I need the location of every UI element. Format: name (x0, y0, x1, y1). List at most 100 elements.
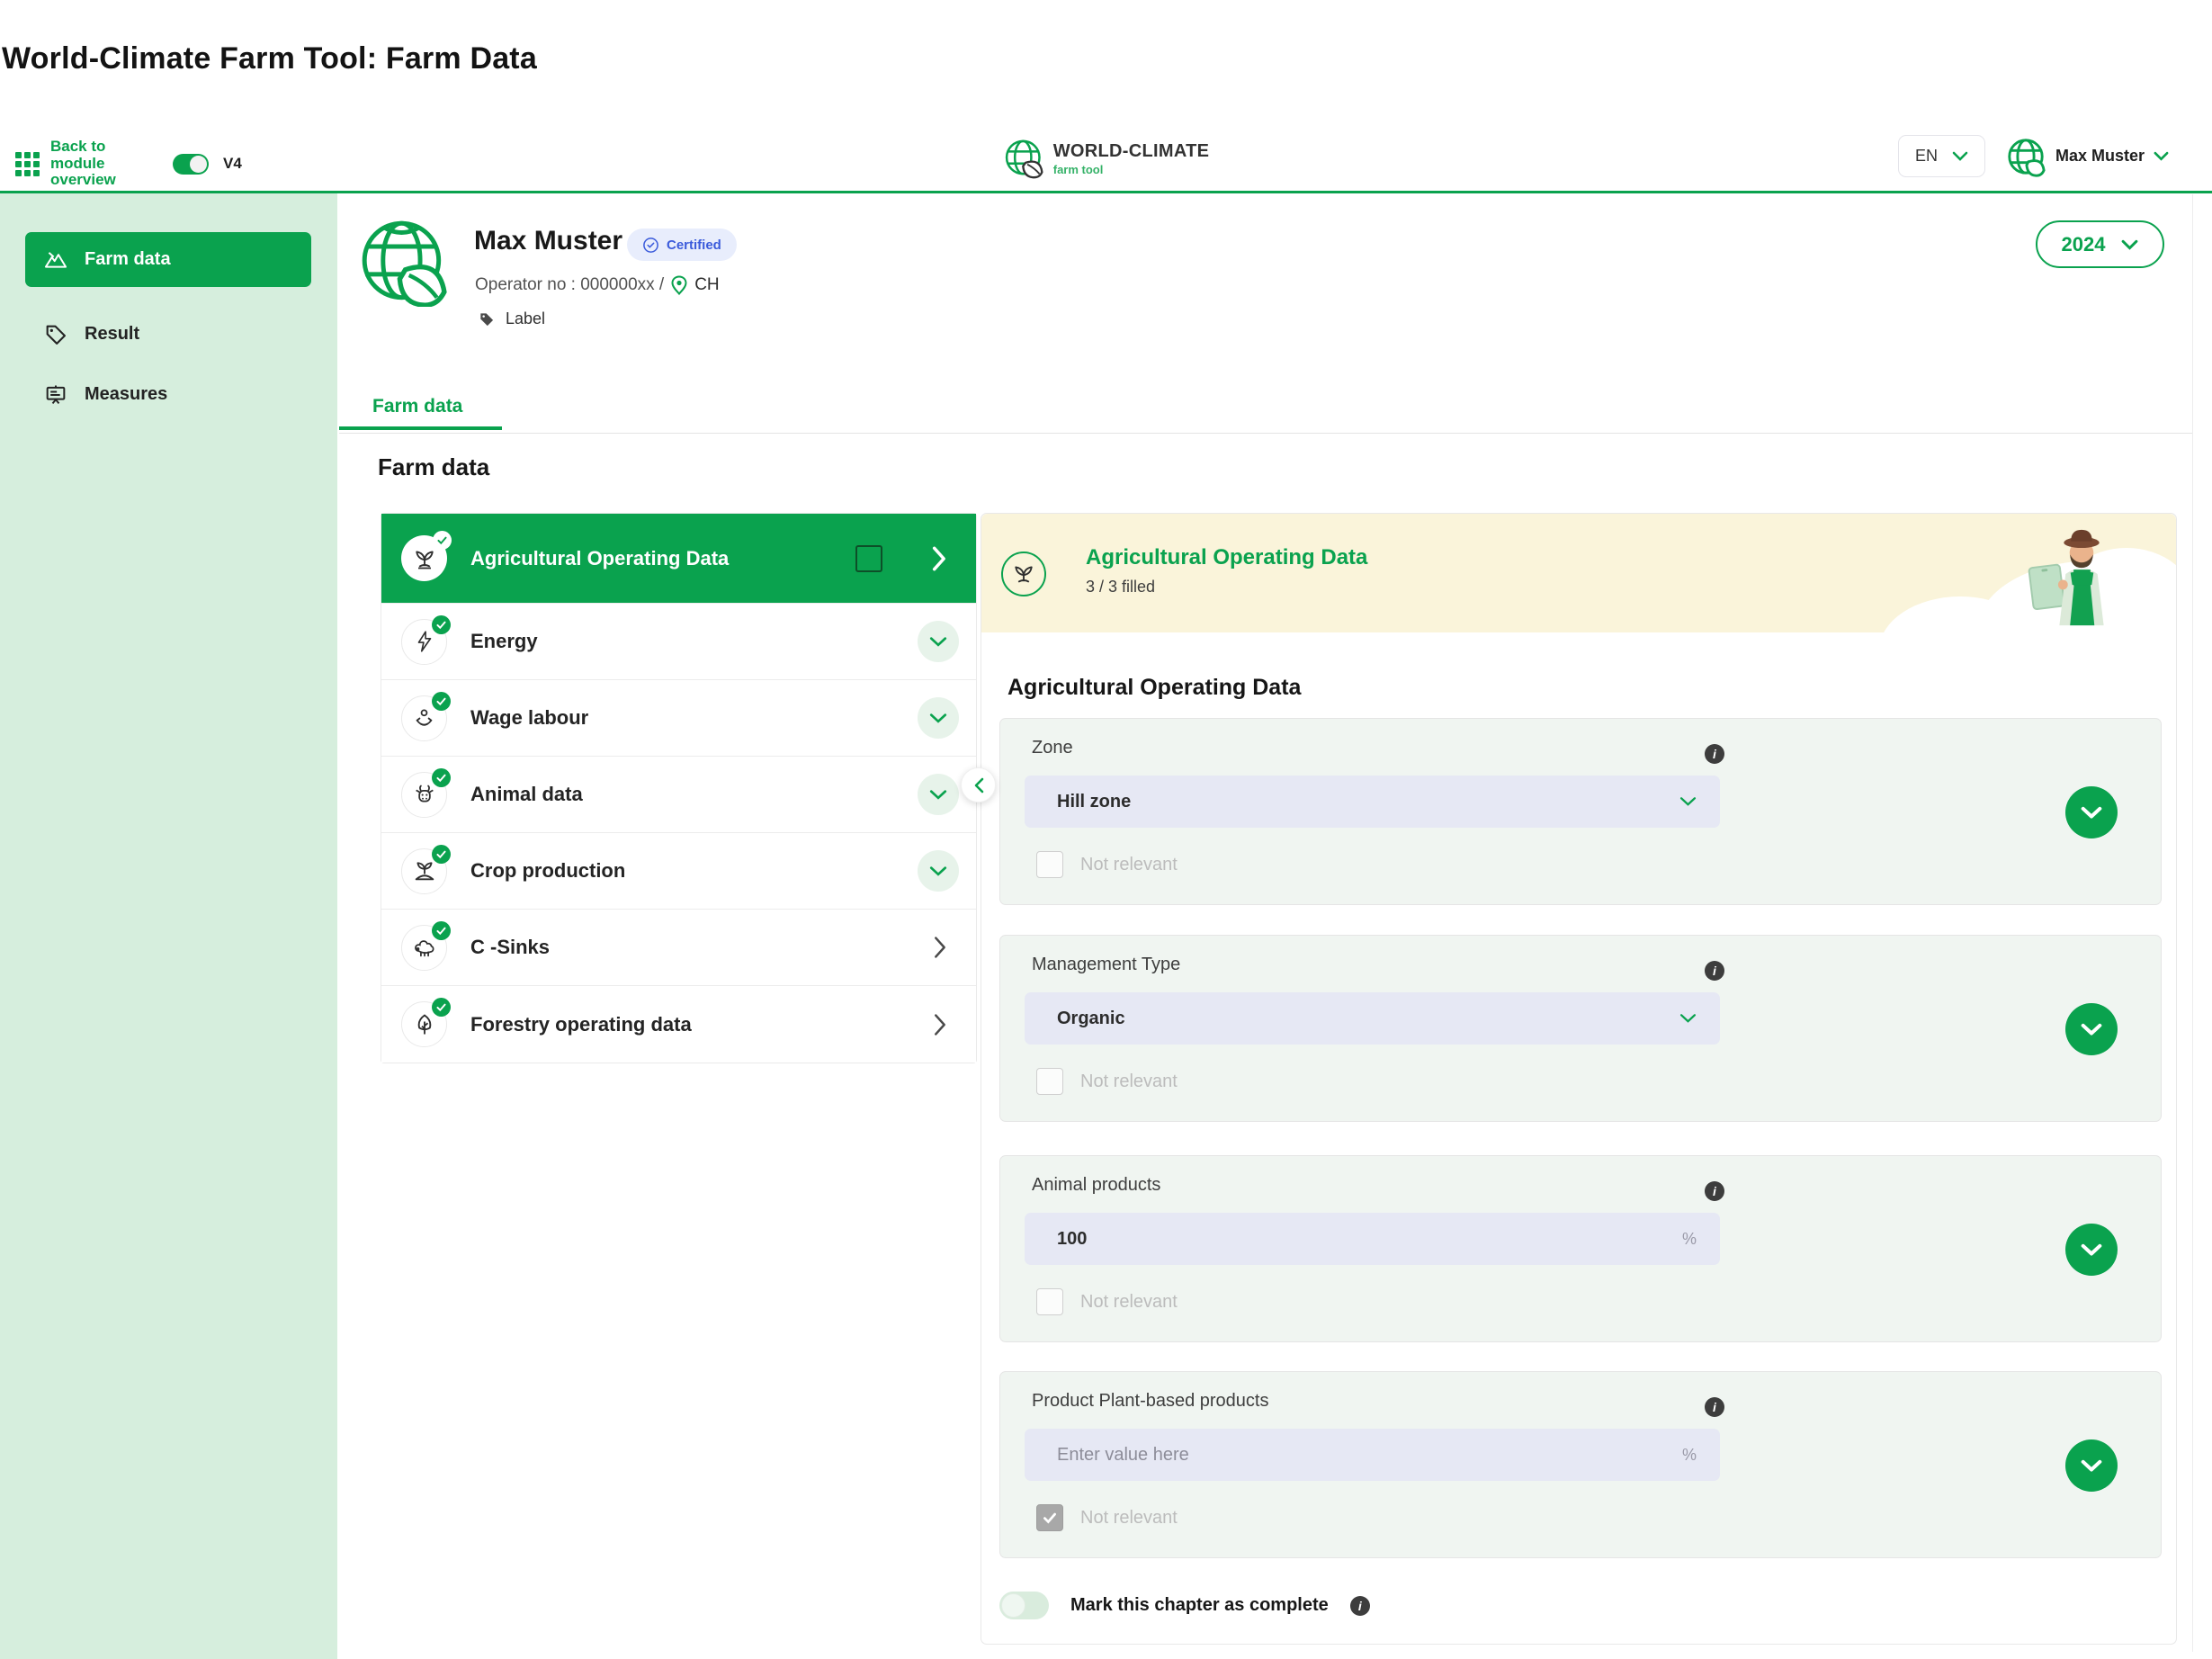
chapter-row-crop-production[interactable]: Crop production (381, 833, 976, 910)
operator-text: Operator no : 000000xx / (475, 275, 664, 295)
sidebar-item-farm-data[interactable]: Farm data (25, 232, 311, 287)
field-label: Product Plant-based products (1032, 1391, 1269, 1412)
completed-check-icon (432, 845, 451, 864)
form-title: Agricultural Operating Data (1007, 675, 1301, 701)
expand-field-button[interactable] (2065, 1439, 2118, 1492)
mark-complete-toggle[interactable] (999, 1592, 1049, 1619)
not-relevant-checkbox[interactable] (1036, 1504, 1063, 1531)
not-relevant-checkbox[interactable] (1036, 1288, 1063, 1315)
completed-check-icon (432, 615, 451, 634)
not-relevant-checkbox[interactable] (1036, 1068, 1063, 1095)
farm-avatar (359, 218, 448, 307)
chevron-down-icon (2081, 806, 2102, 820)
scrollbar[interactable] (2192, 194, 2193, 1652)
info-icon[interactable]: i (1705, 961, 1724, 981)
expand-chevron-button[interactable] (918, 774, 959, 815)
chevron-down-icon (2081, 1243, 2102, 1257)
expand-field-button[interactable] (2065, 1003, 2118, 1055)
completed-check-icon (432, 998, 451, 1017)
chapter-row-c-sinks[interactable]: C -Sinks (381, 910, 976, 986)
certified-label: Certified (667, 238, 721, 253)
chevron-right-icon[interactable] (932, 546, 947, 571)
percent-unit: % (1682, 1230, 1697, 1249)
sheep-icon (401, 925, 447, 971)
sprout-icon (1001, 552, 1046, 596)
tab-farm-data[interactable]: Farm data (339, 386, 502, 430)
chapter-row-energy[interactable]: Energy (381, 604, 976, 680)
year-value: 2024 (2062, 233, 2106, 256)
collapse-panel-button[interactable] (961, 767, 996, 803)
hand-icon (401, 695, 447, 741)
module-grid-icon[interactable] (15, 152, 40, 176)
banner-progress: 3 / 3 filled (1086, 578, 1155, 596)
cow-icon (401, 772, 447, 818)
sidebar: Farm data Result Measures (0, 193, 337, 1659)
world-climate-farm-tool-app: World-Climate Farm Tool: Farm Data Back … (0, 0, 2212, 1659)
not-relevant-checkbox[interactable] (1036, 851, 1063, 878)
expand-chevron-button[interactable] (918, 621, 959, 662)
animal-products-input[interactable] (1057, 1229, 1682, 1250)
not-relevant-label: Not relevant (1080, 1072, 1178, 1092)
toggle-knob (190, 156, 207, 173)
version-toggle[interactable] (173, 154, 209, 175)
top-bar: Back to module overview V4 WORLD-CLIMATE (0, 127, 2212, 193)
select-value: Organic (1057, 1009, 1125, 1029)
globe-leaf-logo-icon (1003, 138, 1044, 179)
plant-based-products-input[interactable] (1057, 1445, 1682, 1466)
mark-complete-row: Mark this chapter as complete i (999, 1592, 1370, 1619)
info-icon[interactable]: i (1705, 1397, 1724, 1417)
chapter-row-wage-labour[interactable]: Wage labour (381, 680, 976, 757)
chapter-label: C -Sinks (470, 936, 550, 959)
zone-select[interactable]: Hill zone (1025, 776, 1720, 828)
chevron-right-icon[interactable] (934, 937, 947, 959)
sidebar-item-result[interactable]: Result (25, 307, 311, 362)
chapter-row-agricultural-operating-data[interactable]: Agricultural Operating Data (381, 514, 976, 604)
sprout-icon (401, 535, 447, 581)
chevron-down-icon (2121, 239, 2138, 250)
field-card-plant-based-products: Product Plant-based products i % Not rel… (999, 1371, 2162, 1558)
farmer-illustration (2023, 519, 2138, 632)
sidebar-item-label: Measures (85, 384, 167, 405)
chapter-list: Agricultural Operating Data Energy Wage … (381, 513, 977, 1063)
not-relevant-label: Not relevant (1080, 1508, 1178, 1529)
chevron-down-icon (2081, 1459, 2102, 1473)
chapter-row-animal-data[interactable]: Animal data (381, 757, 976, 833)
chapter-label: Energy (470, 630, 538, 653)
operator-number: Operator no : 000000xx / CH (475, 275, 720, 295)
info-icon[interactable]: i (1705, 1181, 1724, 1201)
label-row: Label (478, 309, 545, 328)
chapter-checkbox[interactable] (855, 545, 882, 572)
chevron-down-icon (1679, 796, 1697, 807)
presentation-icon (43, 382, 68, 408)
country-code: CH (694, 275, 719, 295)
expand-field-button[interactable] (2065, 1224, 2118, 1276)
info-icon[interactable]: i (1350, 1596, 1370, 1616)
year-selector[interactable]: 2024 (2036, 220, 2164, 268)
sidebar-item-label: Farm data (85, 249, 171, 270)
chevron-right-icon[interactable] (934, 1013, 947, 1036)
info-icon[interactable]: i (1705, 744, 1724, 764)
expand-chevron-button[interactable] (918, 697, 959, 739)
user-menu[interactable]: Max Muster (2005, 136, 2169, 177)
completed-check-icon (433, 531, 452, 550)
banner-title: Agricultural Operating Data (1086, 545, 1367, 570)
chapter-label: Wage labour (470, 706, 588, 730)
expand-chevron-button[interactable] (918, 850, 959, 892)
chevron-left-icon (972, 777, 985, 794)
back-to-module-overview-link[interactable]: Back to module overview (50, 139, 157, 189)
chevron-down-icon (2081, 1023, 2102, 1036)
select-value: Hill zone (1057, 792, 1131, 812)
field-card-zone: Zone i Hill zone Not relevant (999, 718, 2162, 905)
not-relevant-label: Not relevant (1080, 1292, 1178, 1313)
language-selector[interactable]: EN (1898, 135, 1985, 177)
management-type-select[interactable]: Organic (1025, 992, 1720, 1045)
expand-field-button[interactable] (2065, 786, 2118, 838)
chapter-label: Agricultural Operating Data (470, 547, 729, 570)
not-relevant-label: Not relevant (1080, 855, 1178, 875)
sidebar-item-label: Result (85, 324, 139, 345)
chevron-down-icon (1679, 1013, 1697, 1024)
sidebar-item-measures[interactable]: Measures (25, 367, 311, 422)
chapter-row-forestry-operating-data[interactable]: Forestry operating data (381, 986, 976, 1063)
completed-check-icon (432, 921, 451, 940)
chapter-label: Forestry operating data (470, 1013, 692, 1036)
